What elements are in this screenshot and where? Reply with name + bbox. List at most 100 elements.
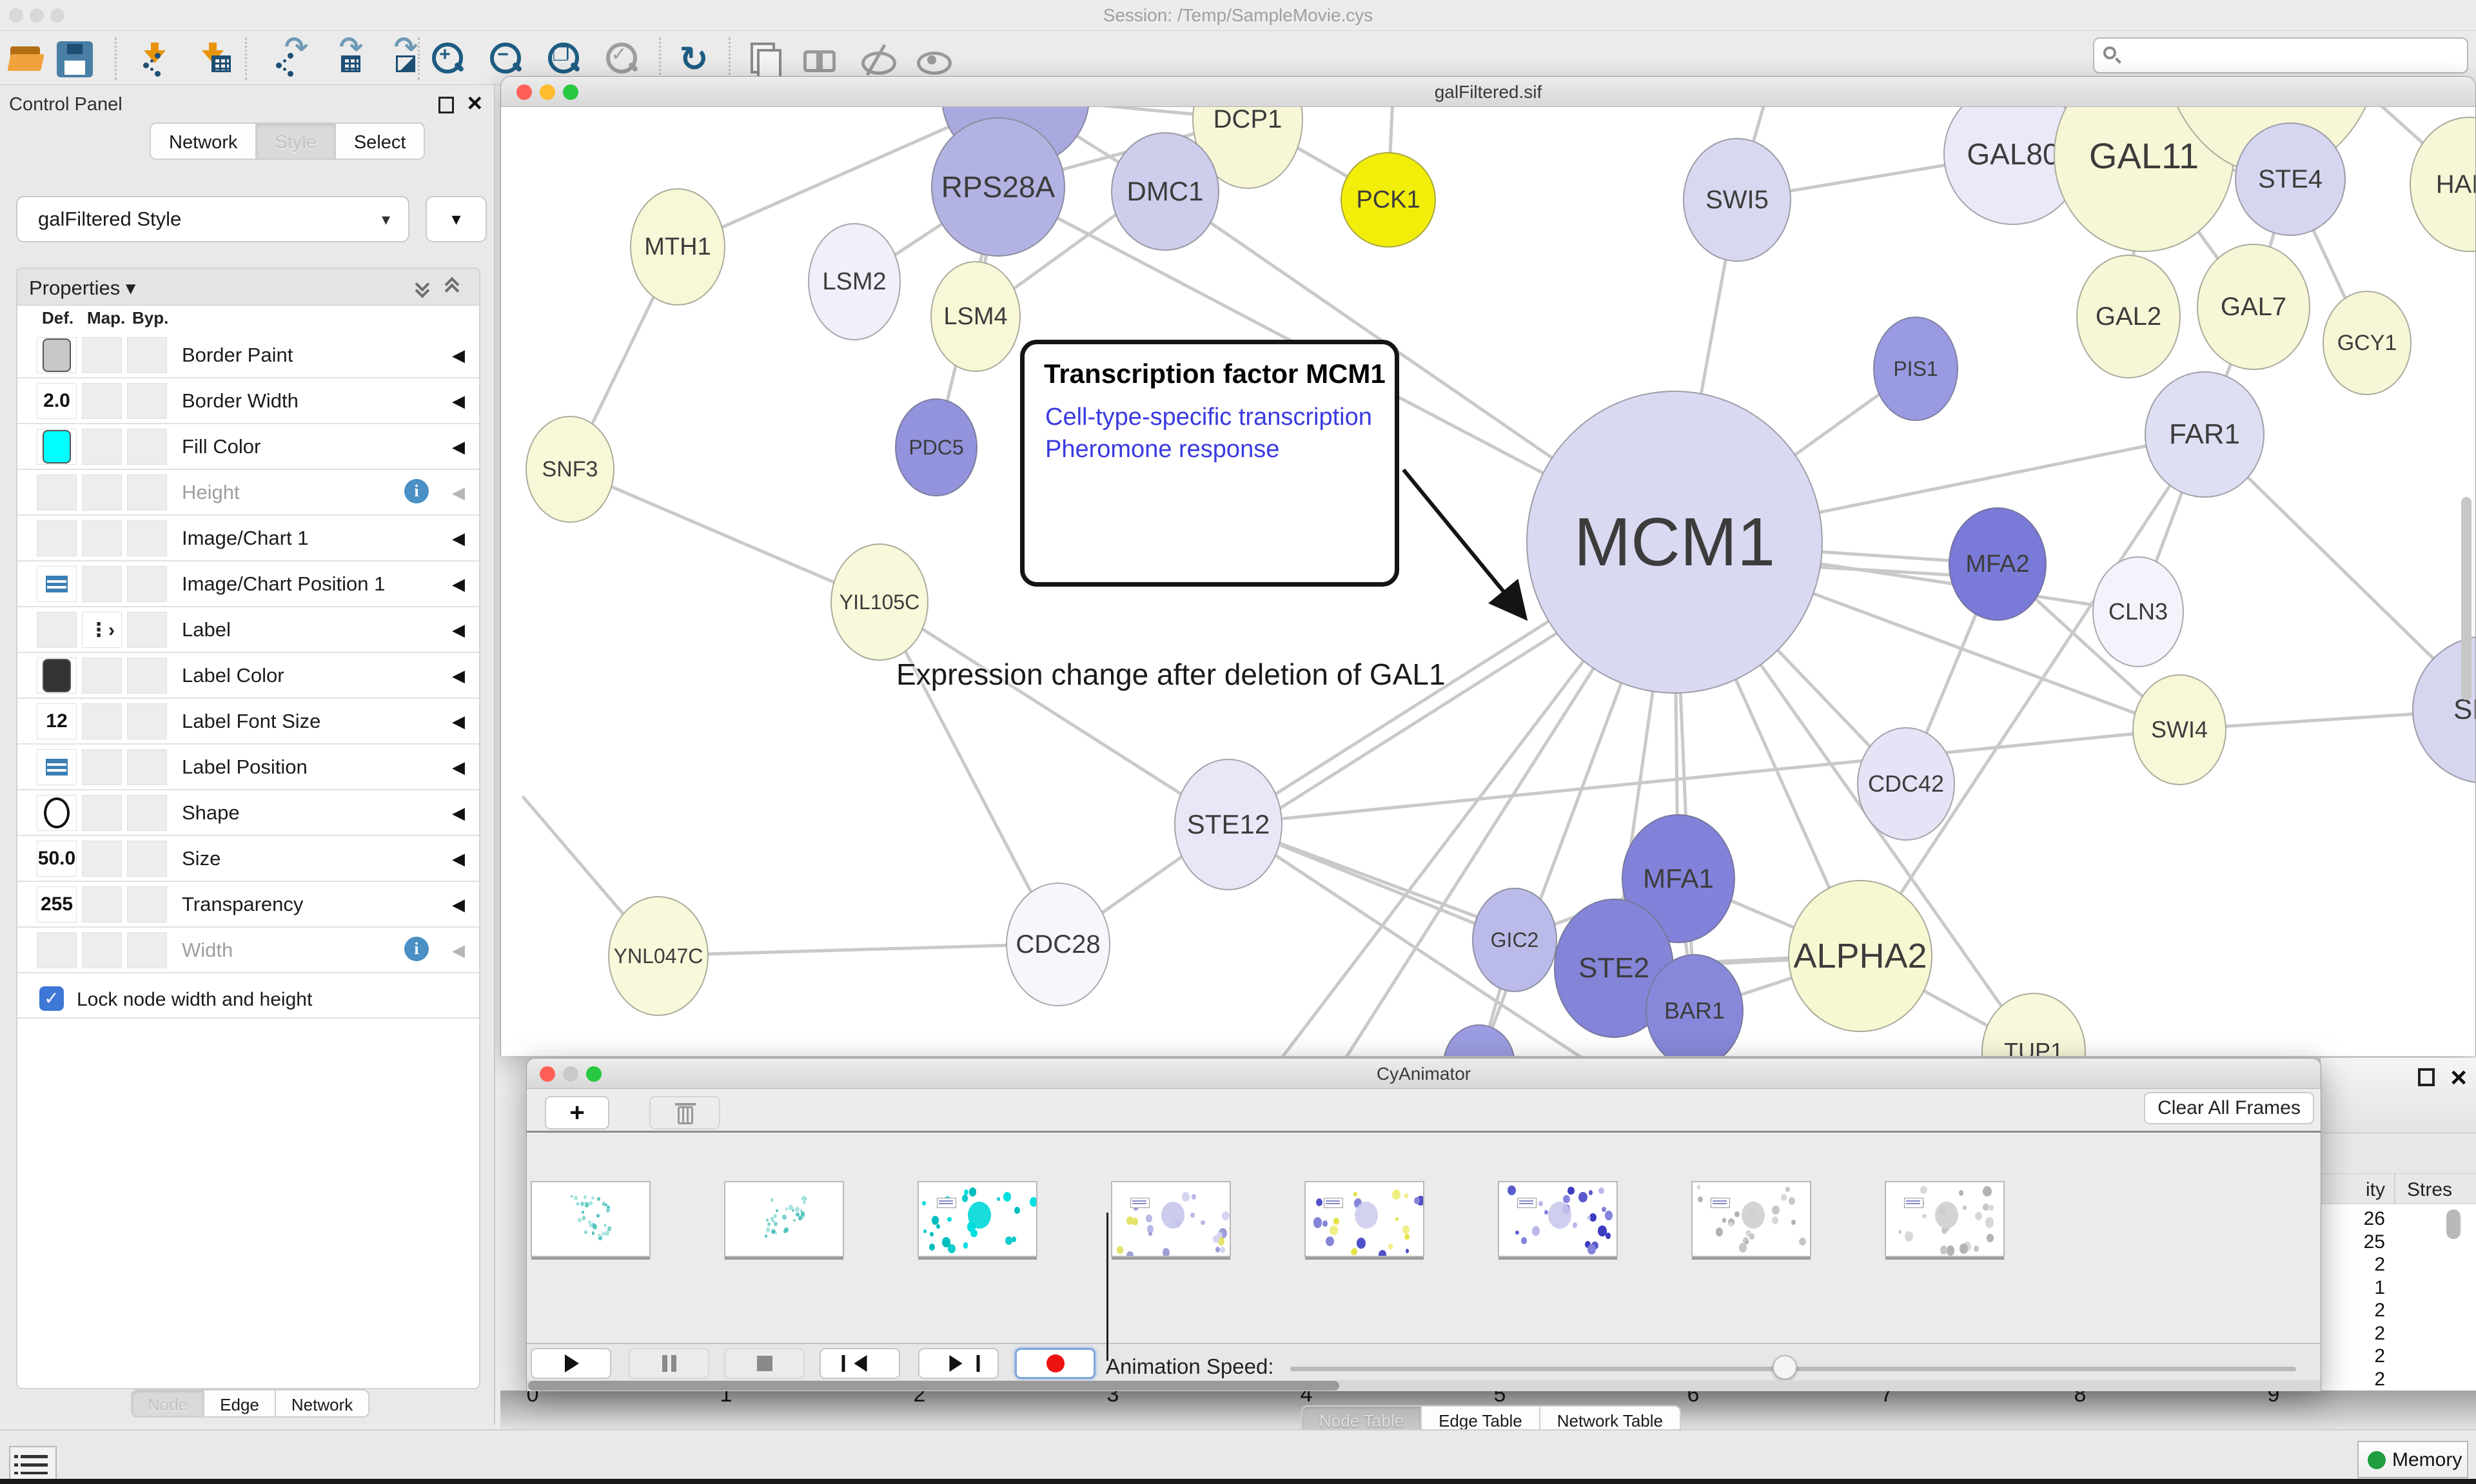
show-icon[interactable] — [914, 41, 950, 77]
show-panels-button[interactable] — [9, 1446, 57, 1482]
scrollbar-thumb[interactable] — [528, 1381, 1339, 1391]
property-row-width[interactable]: Widthi◀ — [17, 928, 479, 973]
expand-arrow-icon[interactable]: ◀ — [452, 757, 465, 777]
table-cell-value[interactable]: 2 — [2321, 1254, 2385, 1276]
timeline-playhead[interactable] — [1106, 1213, 1108, 1361]
frame-thumbnail-5[interactable] — [1498, 1181, 1618, 1257]
export-network-icon[interactable] — [270, 41, 306, 77]
open-icon[interactable] — [9, 41, 45, 77]
record-button[interactable] — [1015, 1348, 1096, 1379]
mapping-cell[interactable] — [82, 429, 122, 465]
table-vertical-scrollbar[interactable] — [2446, 1209, 2461, 1239]
collapse-all-icon[interactable] — [444, 279, 464, 296]
default-value-cell[interactable] — [37, 658, 77, 694]
expand-arrow-icon[interactable]: ◀ — [452, 346, 465, 366]
table-column-header[interactable]: ity — [2321, 1179, 2385, 1201]
property-row-label[interactable]: ⋮›Label◀ — [17, 607, 479, 653]
mapping-cell[interactable] — [82, 932, 122, 968]
bypass-cell[interactable] — [127, 566, 167, 602]
frame-thumbnail-2[interactable] — [918, 1181, 1037, 1257]
zoom-fit-icon[interactable]: ❐ — [547, 41, 583, 77]
export-image-icon[interactable] — [379, 41, 415, 77]
mapping-cell[interactable] — [82, 749, 122, 785]
style-selector[interactable]: galFiltered Style ▾ — [16, 196, 409, 242]
mapping-cell[interactable] — [82, 383, 122, 419]
default-value-cell[interactable]: 255 — [37, 886, 77, 923]
expand-arrow-icon[interactable]: ◀ — [452, 712, 465, 732]
annotation-box[interactable]: Transcription factor MCM1 Cell-type-spec… — [1020, 340, 1399, 587]
property-row-label-font-size[interactable]: 12Label Font Size◀ — [17, 699, 479, 745]
table-cell-value[interactable]: 2 — [2321, 1300, 2385, 1322]
add-frame-button[interactable]: + — [545, 1096, 609, 1129]
expand-arrow-icon[interactable]: ◀ — [452, 391, 465, 411]
close-icon[interactable]: × — [2450, 1062, 2467, 1094]
default-value-cell[interactable] — [37, 795, 77, 831]
close-icon[interactable]: × — [467, 90, 482, 116]
annotation-link[interactable]: Pheromone response — [1045, 436, 1279, 464]
mapping-cell[interactable] — [82, 520, 122, 556]
expand-arrow-icon[interactable]: ◀ — [452, 666, 465, 686]
export-table-icon[interactable] — [324, 41, 360, 77]
bypass-cell[interactable] — [127, 749, 167, 785]
expand-arrow-icon[interactable]: ◀ — [452, 620, 465, 640]
expand-arrow-icon[interactable]: ◀ — [452, 849, 465, 869]
zoom-out-icon[interactable]: − — [489, 41, 525, 77]
default-value-cell[interactable] — [37, 566, 77, 602]
cyanimator-titlebar[interactable]: CyAnimator — [527, 1059, 2321, 1089]
clear-all-frames-button[interactable]: Clear All Frames — [2144, 1092, 2314, 1124]
frame-thumbnail-1[interactable] — [724, 1181, 844, 1257]
default-value-cell[interactable]: 50.0 — [37, 841, 77, 877]
refresh-icon[interactable]: ↻ — [676, 41, 712, 77]
bypass-cell[interactable] — [127, 383, 167, 419]
default-value-cell[interactable] — [37, 429, 77, 465]
table-cell-value[interactable]: 1 — [2321, 1277, 2385, 1299]
bypass-cell[interactable] — [127, 612, 167, 648]
info-icon[interactable]: i — [404, 479, 429, 503]
mapping-cell[interactable] — [82, 841, 122, 877]
property-row-transparency[interactable]: 255Transparency◀ — [17, 882, 479, 928]
network-canvas[interactable]: DCP1RPS28ADMC1PCK1MTH1LSM2LSM4SWI5GAL80G… — [501, 107, 2475, 1056]
tab-edge[interactable]: Edge — [204, 1389, 276, 1418]
annotation-link[interactable]: Cell-type-specific transcription — [1045, 404, 1372, 431]
property-row-shape[interactable]: Shape◀ — [17, 790, 479, 836]
default-value-cell[interactable] — [37, 520, 77, 556]
skip-end-button[interactable] — [918, 1348, 999, 1379]
memory-button[interactable]: Memory — [2357, 1441, 2468, 1478]
search-input[interactable] — [2128, 41, 2457, 70]
table-cell-value[interactable]: 26 — [2321, 1208, 2385, 1230]
property-row-image-chart-1[interactable]: Image/Chart 1◀ — [17, 516, 479, 561]
default-value-cell[interactable] — [37, 932, 77, 968]
bypass-cell[interactable] — [127, 474, 167, 511]
float-window-icon[interactable] — [438, 97, 454, 113]
style-options-button[interactable]: ▾ — [426, 196, 487, 242]
bypass-cell[interactable] — [127, 520, 167, 556]
tab-network[interactable]: Network — [150, 122, 257, 160]
frame-thumbnail-3[interactable] — [1111, 1181, 1231, 1257]
bypass-cell[interactable] — [127, 658, 167, 694]
table-cell-value[interactable]: 25 — [2321, 1231, 2385, 1253]
property-row-height[interactable]: Heighti◀ — [17, 470, 479, 516]
property-row-fill-color[interactable]: Fill Color◀ — [17, 424, 479, 470]
property-row-border-width[interactable]: 2.0Border Width◀ — [17, 378, 479, 424]
property-row-label-color[interactable]: Label Color◀ — [17, 653, 479, 699]
bypass-cell[interactable] — [127, 703, 167, 739]
bypass-cell[interactable] — [127, 795, 167, 831]
bypass-cell[interactable] — [127, 429, 167, 465]
mapping-cell[interactable] — [82, 337, 122, 373]
mapping-cell[interactable] — [82, 566, 122, 602]
lock-size-checkbox[interactable]: ✓ — [39, 986, 64, 1011]
frame-thumbnail-4[interactable] — [1304, 1181, 1424, 1257]
default-value-cell[interactable]: 12 — [37, 703, 77, 739]
tab-style[interactable]: Style — [257, 122, 335, 160]
properties-header[interactable]: Properties ▾ — [17, 269, 479, 306]
skip-start-button[interactable] — [820, 1348, 900, 1379]
save-icon[interactable] — [57, 41, 93, 77]
bypass-cell[interactable] — [127, 886, 167, 923]
table-column-header[interactable]: Stres — [2407, 1179, 2452, 1201]
bypass-cell[interactable] — [127, 932, 167, 968]
tab-select[interactable]: Select — [336, 122, 426, 160]
delete-frame-button[interactable] — [649, 1096, 720, 1129]
frame-thumbnail-0[interactable] — [531, 1181, 651, 1257]
zoom-in-icon[interactable]: + — [431, 41, 467, 77]
mapping-cell[interactable]: ⋮› — [82, 612, 122, 648]
